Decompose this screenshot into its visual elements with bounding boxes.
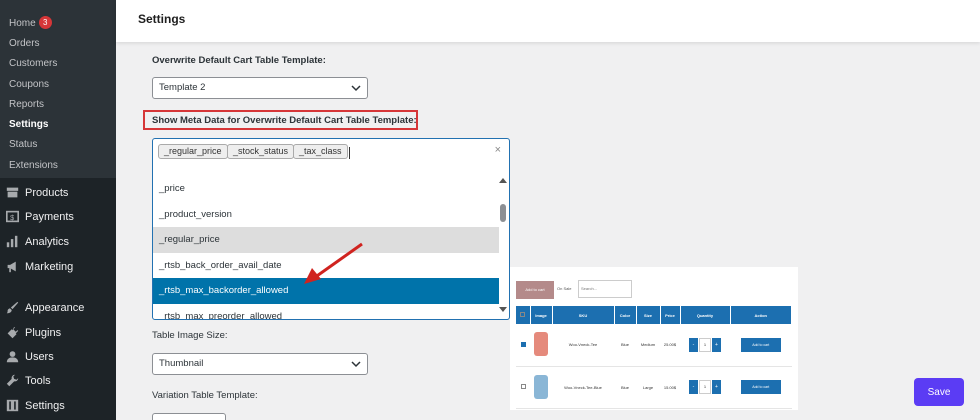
menu-products-label: Products — [25, 186, 69, 199]
annotation-arrow-icon — [304, 242, 363, 284]
menu-users-label: Users — [25, 350, 54, 363]
menu-marketing-label: Marketing — [25, 260, 74, 273]
menu-plugins-label: Plugins — [25, 326, 62, 339]
preview-add-to-cart: Add to cart — [516, 281, 554, 299]
preview-row: Woo-Vneck-Tee-Blue Blue Large 15.00$ -1 +… — [516, 366, 792, 409]
menu-users[interactable]: Users — [6, 350, 54, 363]
megaphone-icon — [7, 261, 16, 273]
preview-col-quantity: Quantity — [680, 306, 731, 324]
bar-chart-icon — [6, 235, 18, 248]
variation-template-select[interactable] — [152, 413, 226, 420]
preview-row-size: Medium — [636, 324, 660, 367]
preview-row: Woo-Vneck-Tee Blue Medium 25.00$ -1 + Add… — [516, 324, 792, 367]
preview-col-check — [516, 306, 531, 324]
preview-table: Image SKU Color Size Price Quantity Acti… — [516, 306, 792, 409]
preview-row-sku: Woo-Vneck-Tee-Blue — [552, 366, 614, 409]
preview-col-price: Price — [660, 306, 681, 324]
option-product-version[interactable]: _product_version — [153, 202, 499, 228]
submenu-customers[interactable]: Customers — [9, 57, 57, 71]
preview-row-price: 15.00$ — [660, 366, 680, 409]
save-button[interactable]: Save — [914, 378, 964, 406]
submenu-home-label: Home — [9, 18, 36, 29]
plug-icon — [7, 326, 19, 339]
variation-template-label: Variation Table Template: — [152, 390, 258, 401]
preview-col-image: Image — [530, 306, 553, 324]
wrench-icon — [6, 374, 19, 387]
preview-row-add: Add to cart — [740, 380, 781, 394]
preview-row-add: Add to cart — [740, 337, 781, 352]
option-max-preorder-allowed[interactable]: _rtsb_max_preorder_allowed — [153, 304, 499, 320]
text-cursor — [349, 147, 350, 159]
meta-data-label: Show Meta Data for Overwrite Default Car… — [152, 115, 417, 126]
menu-products[interactable]: Products — [6, 186, 68, 199]
scroll-down-icon[interactable] — [499, 307, 507, 313]
brush-icon — [6, 301, 19, 314]
menu-tools-label: Tools — [25, 374, 51, 387]
admin-sidebar: Home 3 Orders Customers Coupons Reports S… — [0, 0, 116, 420]
menu-tools[interactable]: Tools — [6, 374, 51, 387]
image-size-label: Table Image Size: — [152, 330, 228, 341]
scroll-thumb[interactable] — [500, 204, 506, 222]
tag-stock-status[interactable]: _stock_status — [227, 144, 295, 159]
menu-appearance[interactable]: Appearance — [6, 301, 84, 314]
svg-text:$: $ — [10, 213, 14, 222]
preview-row-sku: Woo-Vneck-Tee — [552, 324, 614, 367]
menu-settings[interactable]: Settings — [6, 399, 65, 412]
menu-plugins[interactable]: Plugins — [6, 326, 61, 339]
cart-template-value: Template 2 — [159, 82, 206, 93]
submenu-orders[interactable]: Orders — [9, 37, 40, 51]
meta-data-multiselect[interactable]: _regular_price _stock_status _tax_class … — [152, 138, 510, 320]
submenu-status[interactable]: Status — [9, 138, 37, 152]
menu-payments-label: Payments — [25, 210, 74, 223]
archive-icon — [6, 187, 19, 198]
menu-settings-label: Settings — [25, 399, 65, 412]
preview-search: Search... — [578, 280, 632, 298]
cart-template-label: Overwrite Default Cart Table Template: — [152, 55, 326, 66]
menu-analytics[interactable]: Analytics — [6, 235, 69, 248]
settings-icon — [6, 399, 19, 412]
scroll-up-icon[interactable] — [499, 177, 507, 183]
page-header: Settings — [116, 0, 980, 42]
preview-row-size: Large — [636, 366, 660, 409]
menu-payments[interactable]: $ Payments — [6, 210, 74, 223]
option-price[interactable]: _price — [153, 176, 499, 202]
preview-row-color: Blue — [614, 324, 636, 367]
preview-row-price: 25.00$ — [660, 324, 680, 367]
preview-col-color: Color — [614, 306, 637, 324]
preview-row-thumb — [534, 332, 548, 357]
preview-col-size: Size — [636, 306, 661, 324]
preview-col-action: Action — [730, 306, 792, 324]
preview-row-checkbox — [520, 341, 526, 347]
home-badge: 3 — [38, 16, 52, 29]
image-size-select[interactable]: Thumbnail — [152, 353, 368, 375]
preview-col-sku: SKU — [552, 306, 615, 324]
menu-marketing[interactable]: Marketing — [6, 260, 73, 273]
preview-row-checkbox — [520, 384, 526, 389]
submenu-extensions[interactable]: Extensions — [9, 159, 58, 173]
cart-table-preview: Add to cart On Sale Search... Image SKU … — [510, 267, 798, 410]
submenu-home[interactable]: Home 3 — [9, 16, 52, 31]
cart-template-select[interactable]: Template 2 — [152, 77, 368, 99]
options-scrollbar[interactable] — [497, 167, 509, 319]
tag-regular-price[interactable]: _regular_price — [158, 144, 228, 159]
image-size-value: Thumbnail — [159, 358, 204, 369]
page-title: Settings — [138, 12, 186, 26]
preview-row-color: Blue — [614, 366, 636, 409]
tag-tax-class[interactable]: _tax_class — [293, 144, 348, 159]
submenu-settings[interactable]: Settings — [9, 118, 48, 132]
preview-row-thumb — [534, 374, 548, 399]
payments-icon: $ — [6, 210, 19, 223]
selected-tags[interactable]: _regular_price _stock_status _tax_class … — [153, 139, 509, 165]
submenu-coupons[interactable]: Coupons — [9, 78, 49, 92]
chevron-down-icon — [351, 361, 361, 368]
chevron-down-icon — [351, 85, 361, 92]
clear-icon[interactable]: × — [495, 144, 501, 156]
menu-analytics-label: Analytics — [25, 235, 70, 248]
submenu-reports[interactable]: Reports — [9, 98, 44, 112]
preview-on-sale: On Sale — [557, 286, 572, 291]
user-icon — [6, 351, 19, 363]
menu-appearance-label: Appearance — [25, 301, 85, 314]
